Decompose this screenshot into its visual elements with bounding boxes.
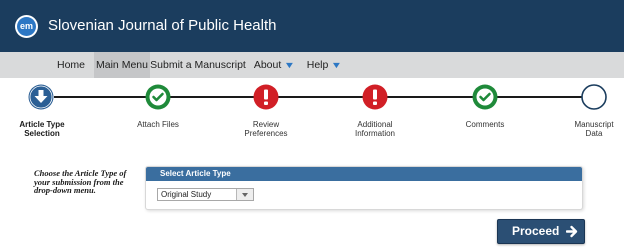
step-label-line: Attach Files: [137, 120, 179, 129]
step-manuscript-data-label: Manuscript Data: [552, 120, 624, 138]
em-logo[interactable]: em: [15, 15, 38, 38]
nav-home[interactable]: Home: [48, 52, 94, 78]
nav-help[interactable]: Help ▼: [302, 52, 346, 78]
step-additional-information[interactable]: [362, 84, 388, 110]
progress-track-line: [54, 96, 584, 98]
step-attach-files-label: Attach Files: [116, 120, 200, 129]
step-comments[interactable]: [472, 84, 498, 110]
arrow-right-icon: [566, 225, 578, 238]
check-icon: [472, 84, 498, 110]
step-label-line: Additional: [357, 120, 393, 129]
journal-title[interactable]: Slovenian Journal of Public Health: [48, 15, 276, 37]
step-additional-information-label: Additional Information: [333, 120, 417, 138]
nav-about[interactable]: About ▼: [250, 52, 298, 78]
step-comments-label: Comments: [443, 120, 527, 129]
step-label-line: Review: [252, 120, 280, 129]
chevron-down-icon: ▼: [331, 60, 343, 70]
article-type-selected-value: Original Study: [161, 190, 212, 199]
em-logo-text: em: [17, 17, 36, 36]
empty-circle-icon: [581, 84, 607, 110]
exclamation-icon: [362, 84, 388, 110]
site-header: em Slovenian Journal of Public Health: [0, 0, 624, 52]
step-review-preferences-label: Review Preferences: [224, 120, 308, 138]
step-label-line: Manuscript: [574, 120, 614, 129]
step-label-line: Information: [354, 129, 396, 138]
exclamation-icon: [253, 84, 279, 110]
nav-submit-manuscript-label: Submit a Manuscript: [150, 59, 246, 71]
proceed-button-label: Proceed: [512, 224, 560, 238]
panel-title: Select Article Type: [146, 167, 582, 181]
nav-help-label: Help: [306, 59, 329, 71]
check-icon: [145, 84, 171, 110]
step-label-line: Preferences: [244, 129, 288, 138]
article-type-dropdown[interactable]: Original Study: [157, 188, 254, 201]
step-label-line: Article Type: [19, 120, 65, 129]
chevron-down-icon: ▼: [283, 60, 296, 70]
step-manuscript-data[interactable]: [581, 84, 607, 110]
select-article-type-panel: Select Article Type Original Study: [145, 166, 583, 210]
nav-main-menu-label: Main Menu: [96, 59, 148, 71]
nav-home-label: Home: [56, 59, 85, 71]
step-review-preferences[interactable]: [253, 84, 279, 110]
step-article-type-selection-label: Article Type Selection: [0, 120, 84, 138]
nav-main-menu[interactable]: Main Menu: [94, 52, 150, 78]
instructions-line: drop-down menu.: [34, 185, 96, 195]
main-navigation: Home Main Menu Submit a Manuscript About…: [0, 52, 624, 78]
step-article-type-selection[interactable]: [28, 84, 54, 110]
step-label-line: Comments: [465, 120, 505, 129]
article-type-instructions: Choose the Article Type of your submissi…: [34, 169, 146, 195]
step-label-line: Data: [585, 129, 603, 138]
nav-submit-manuscript[interactable]: Submit a Manuscript: [150, 52, 246, 78]
step-label-line: Selection: [24, 129, 60, 138]
nav-about-label: About: [253, 59, 282, 71]
dropdown-arrow-icon[interactable]: [236, 189, 253, 200]
down-arrow-icon: [28, 84, 54, 110]
proceed-button[interactable]: Proceed: [497, 219, 585, 244]
step-attach-files[interactable]: [145, 84, 171, 110]
